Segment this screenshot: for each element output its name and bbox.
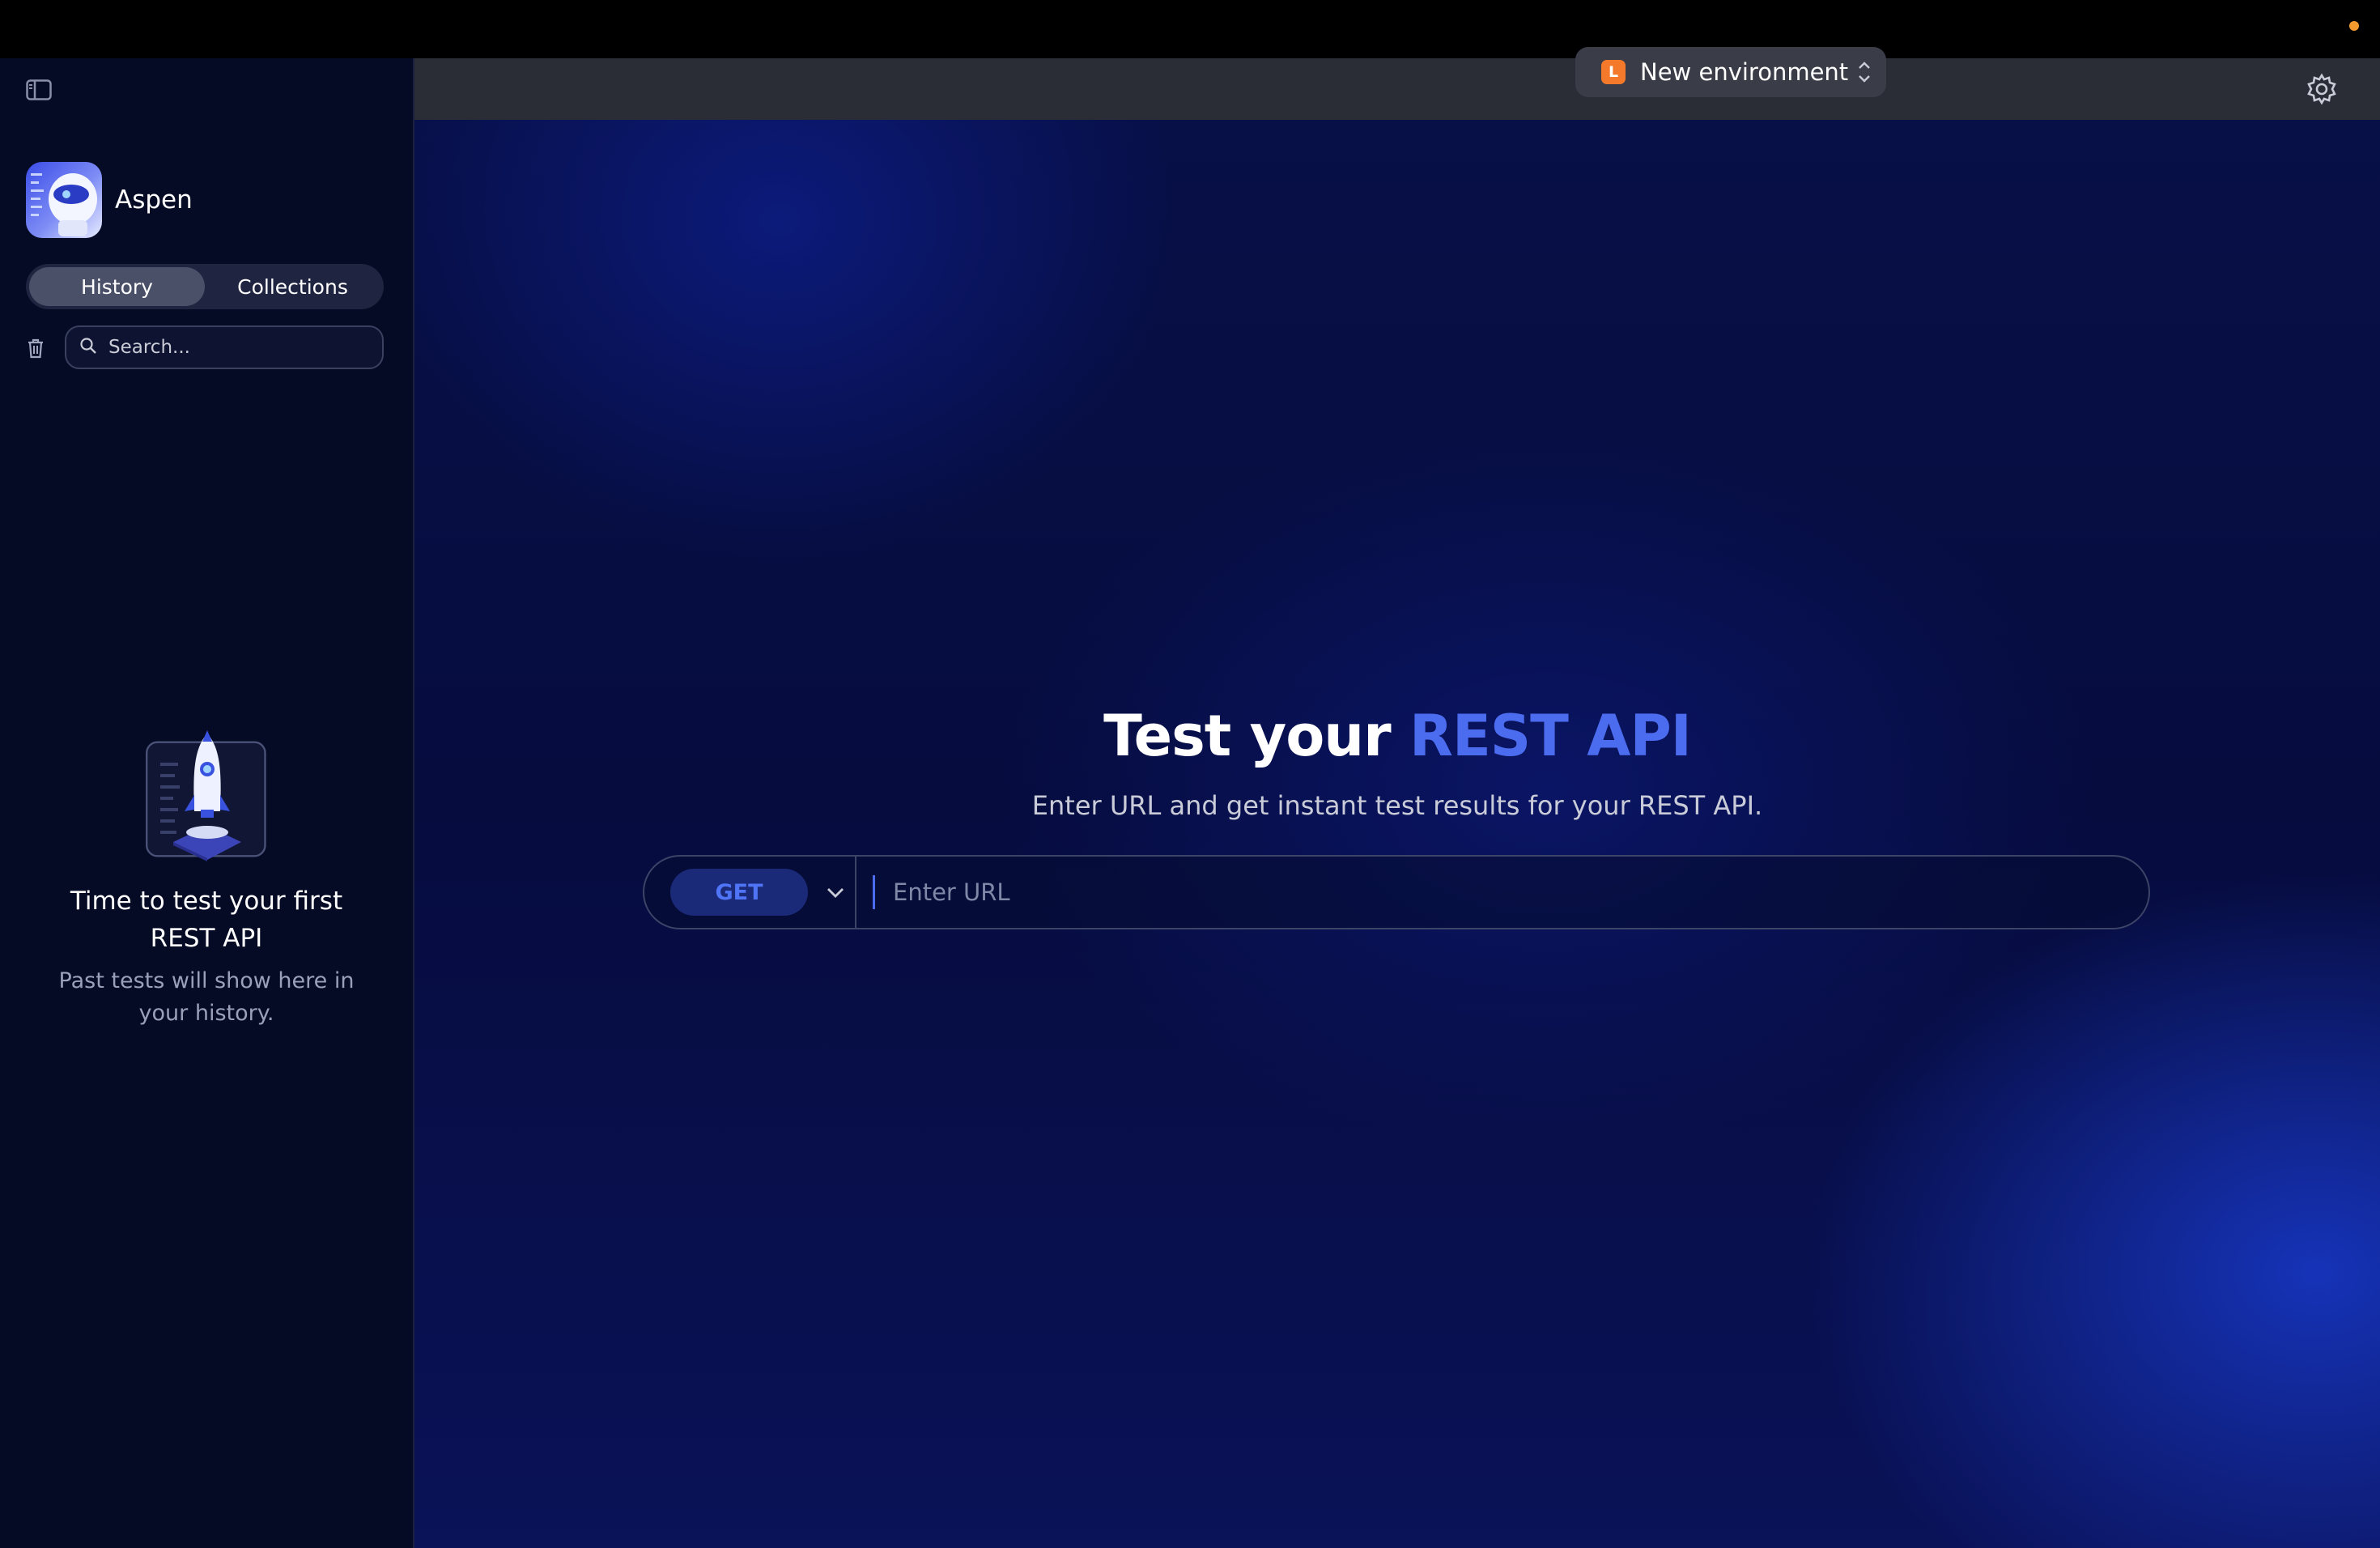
chevron-down-icon[interactable] [824,881,847,904]
brand: Aspen [26,162,193,238]
history-collections-toggle: History Collections [26,264,384,309]
search-icon [79,337,97,358]
status-dot [2349,21,2359,31]
rocket-illustration [141,730,272,861]
chevron-updown-icon [1855,58,1873,86]
gear-icon[interactable] [2306,73,2338,105]
sidebar-toggle-icon[interactable] [26,79,52,100]
search-box [65,325,384,369]
environment-badge: L [1601,60,1626,84]
method-button[interactable]: GET [670,869,808,916]
app-logo [26,162,102,238]
app-name: Aspen [115,185,193,215]
hero-title: Test your REST API [414,703,2380,769]
hero-title-plain: Test your [1103,703,1392,769]
hero-title-accent: REST API [1409,703,1692,769]
window-titlebar [0,0,2380,58]
environment-selector[interactable]: L New environment [1575,47,1886,97]
environment-label: New environment [1640,58,1849,86]
tab-history[interactable]: History [29,267,205,306]
empty-state-title: Time to test your first REST API [70,887,343,953]
sidebar: Aspen History Collections Search... Time… [0,58,414,1548]
empty-state-subtitle: Past tests will show here in your histor… [58,968,355,1026]
trash-icon[interactable] [24,335,47,361]
main-header [414,58,2380,120]
empty-state: Time to test your first REST API Past te… [0,730,413,1030]
search-input[interactable] [107,336,369,359]
url-input[interactable] [873,875,2148,909]
tab-collections[interactable]: Collections [205,267,380,306]
request-bar: GET [643,855,2150,929]
method-selector: GET [644,857,856,928]
hero-subtitle: Enter URL and get instant test results f… [1031,790,1763,821]
